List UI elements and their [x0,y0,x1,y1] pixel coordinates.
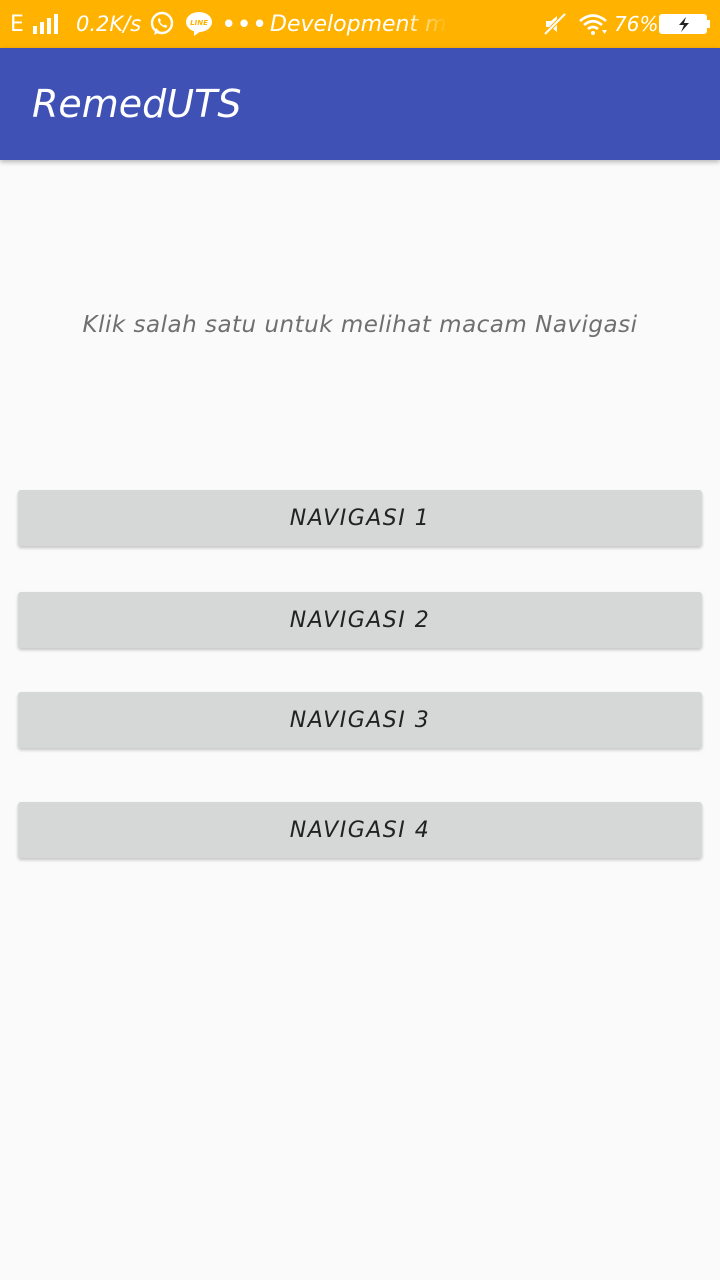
signal-bars-icon [32,0,62,48]
navigasi-3-button[interactable]: NAVIGASI 3 [18,692,702,748]
svg-text:LINE: LINE [190,19,208,27]
wifi-icon [578,0,608,48]
network-speed: 0.2K/s [76,12,142,36]
status-bar: E 0.2K/s LINE ••• Development m 76% [0,0,720,48]
whatsapp-icon [149,0,175,48]
app-bar: RemedUTS [0,48,720,160]
app-title: RemedUTS [32,82,242,126]
navigasi-2-button[interactable]: NAVIGASI 2 [18,592,702,648]
instruction-text: Klik salah satu untuk melihat macam Navi… [82,312,638,338]
navigasi-1-button[interactable]: NAVIGASI 1 [18,490,702,546]
more-notifications-icon: ••• [222,12,269,36]
muted-icon [543,0,567,48]
network-type-indicator: E [10,11,24,37]
notification-text: Development m [270,11,447,37]
line-app-icon: LINE [185,0,213,48]
battery-percentage: 76% [614,12,659,36]
navigasi-4-button[interactable]: NAVIGASI 4 [18,802,702,858]
battery-charging-icon [659,0,711,48]
